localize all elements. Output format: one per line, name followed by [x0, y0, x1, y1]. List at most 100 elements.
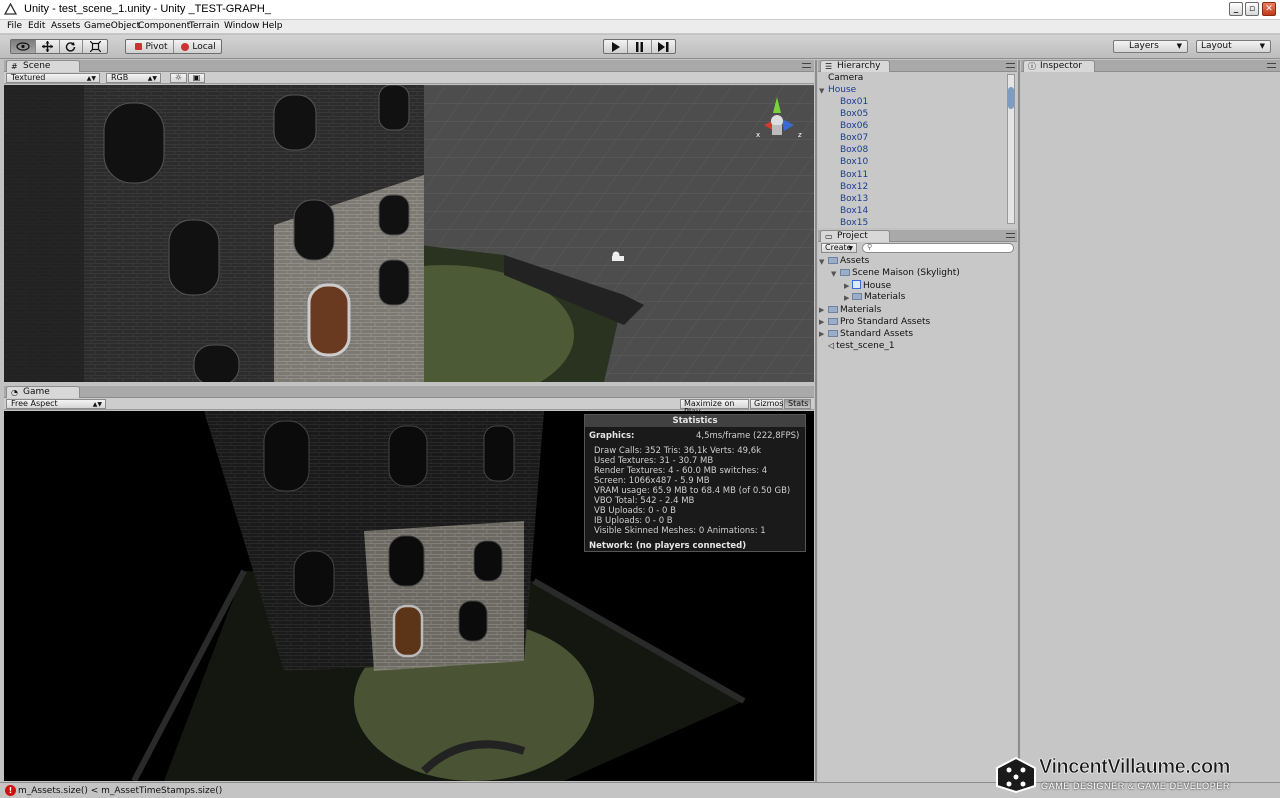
close-button[interactable]: ✕ — [1262, 2, 1276, 16]
prefab-icon — [852, 280, 861, 289]
console-error-message[interactable]: m_Assets.size() < m_AssetTimeStamps.size… — [18, 786, 222, 796]
expand-triangle-right-icon[interactable]: ▶ — [819, 318, 824, 326]
hierarchy-item[interactable]: Box06 — [840, 121, 868, 131]
move-tool-button[interactable] — [36, 40, 60, 53]
scene-viewport[interactable]: x z — [4, 85, 814, 382]
tab-scene[interactable]: # Scene — [6, 60, 80, 72]
chevron-updown-icon: ▲▼ — [92, 401, 102, 408]
scene-image-toggle[interactable]: ▣ — [188, 73, 205, 83]
stats-line: VB Uploads: 0 - 0 B — [594, 506, 676, 516]
chevron-down-icon: ▼ — [1259, 42, 1265, 50]
hierarchy-tabbar: ☰ Hierarchy — [818, 60, 1017, 72]
folder-icon — [828, 330, 838, 337]
tab-game[interactable]: ◔ Game — [6, 386, 80, 398]
grid-icon: # — [11, 62, 18, 71]
error-icon[interactable]: ! — [5, 785, 16, 796]
layout-dropdown[interactable]: Layout ▼ — [1196, 40, 1271, 53]
minimize-button[interactable]: _ — [1229, 2, 1243, 16]
hierarchy-item[interactable]: Box15 — [840, 218, 868, 228]
pivot-button[interactable]: Pivot — [126, 40, 175, 53]
tab-inspector[interactable]: ⓘ Inspector — [1023, 60, 1095, 72]
expand-triangle-icon[interactable]: ▼ — [831, 270, 836, 278]
project-standard-assets[interactable]: Standard Assets — [828, 329, 913, 339]
local-button[interactable]: Local — [174, 40, 221, 53]
expand-triangle-right-icon[interactable]: ▶ — [844, 294, 849, 302]
folder-icon — [828, 257, 838, 264]
hierarchy-item[interactable]: Box08 — [840, 145, 868, 155]
hand-tool-button[interactable] — [11, 40, 36, 53]
project-scene-file[interactable]: ◁ test_scene_1 — [828, 341, 895, 351]
inspector-tab-label: Inspector — [1040, 61, 1082, 71]
playback-controls — [603, 39, 676, 54]
project-search-input[interactable]: ⚲ — [862, 243, 1014, 253]
expand-triangle-icon[interactable]: ▼ — [819, 258, 824, 266]
scale-tool-button[interactable] — [83, 40, 107, 53]
color-mode-dropdown[interactable]: RGB ▲▼ — [106, 73, 161, 83]
pause-button[interactable] — [628, 40, 652, 53]
image-icon: ▣ — [192, 73, 201, 82]
project-house[interactable]: House — [852, 280, 891, 291]
folder-icon — [852, 293, 862, 300]
folder-icon — [828, 318, 838, 325]
hierarchy-camera[interactable]: Camera — [828, 73, 863, 83]
hierarchy-house[interactable]: House — [828, 85, 856, 95]
scene-lighting-toggle[interactable]: ☼ — [170, 73, 187, 83]
menu-help[interactable]: Help — [262, 21, 283, 31]
aspect-dropdown[interactable]: Free Aspect ▲▼ — [6, 399, 106, 409]
project-materials[interactable]: Materials — [828, 305, 881, 315]
menu-edit[interactable]: Edit — [28, 21, 45, 31]
hierarchy-scrollbar[interactable] — [1007, 74, 1015, 224]
panel-menu-icon[interactable] — [1267, 63, 1276, 68]
chevron-updown-icon: ▲▼ — [147, 75, 157, 82]
tab-project[interactable]: ▭ Project — [820, 230, 890, 242]
project-assets[interactable]: Assets — [828, 256, 869, 266]
project-pro-standard-label: Pro Standard Assets — [840, 317, 931, 327]
hierarchy-item[interactable]: Box14 — [840, 206, 868, 216]
project-pro-standard-assets[interactable]: Pro Standard Assets — [828, 317, 930, 327]
info-icon: ⓘ — [1028, 62, 1036, 71]
project-scene-maison[interactable]: Scene Maison (Skylight) — [840, 268, 960, 278]
step-button[interactable] — [652, 40, 675, 53]
panel-menu-icon[interactable] — [1006, 233, 1015, 238]
menu-terrain[interactable]: Terrain — [189, 21, 219, 31]
gizmo-z-label: z — [798, 131, 802, 139]
color-mode-value: RGB — [111, 73, 129, 82]
expand-triangle-right-icon[interactable]: ▶ — [819, 306, 824, 314]
scrollbar-thumb[interactable] — [1008, 87, 1014, 109]
hierarchy-item[interactable]: Box11 — [840, 170, 868, 180]
menu-assets[interactable]: Assets — [51, 21, 80, 31]
menu-component[interactable]: Component — [138, 21, 190, 31]
menu-gameobject[interactable]: GameObject — [84, 21, 140, 31]
render-mode-dropdown[interactable]: Textured ▲▼ — [6, 73, 100, 83]
panel-divider[interactable] — [1018, 60, 1020, 782]
create-dropdown[interactable]: Create ▼ — [821, 243, 857, 253]
sun-icon: ☼ — [174, 73, 183, 82]
panel-menu-icon[interactable] — [1006, 63, 1015, 68]
layers-dropdown[interactable]: Layers ▼ — [1113, 40, 1188, 53]
expand-triangle-right-icon[interactable]: ▶ — [819, 330, 824, 338]
hierarchy-item[interactable]: Box10 — [840, 157, 868, 167]
menu-window[interactable]: Window — [224, 21, 260, 31]
hierarchy-item[interactable]: Box05 — [840, 109, 868, 119]
panel-divider[interactable] — [815, 60, 817, 782]
menu-file[interactable]: File — [7, 21, 22, 31]
hierarchy-item[interactable]: Box12 — [840, 182, 868, 192]
maximize-on-play-toggle[interactable]: Maximize on Play — [680, 399, 749, 416]
stats-line: Render Textures: 4 - 60.0 MB switches: 4 — [594, 466, 768, 476]
move-arrows-icon — [41, 41, 53, 52]
hierarchy-item[interactable]: Box01 — [840, 97, 868, 107]
hierarchy-item[interactable]: Box07 — [840, 133, 868, 143]
rotate-tool-button[interactable] — [60, 40, 84, 53]
scene-tabbar: # Scene — [4, 60, 814, 72]
play-button[interactable] — [604, 40, 629, 53]
project-materials-sub[interactable]: Materials — [852, 292, 905, 302]
maximize-button[interactable]: ▫ — [1245, 2, 1259, 16]
gizmos-toggle[interactable]: Gizmos — [750, 399, 783, 409]
panel-menu-icon[interactable] — [802, 63, 811, 68]
expand-triangle-icon[interactable]: ▼ — [819, 87, 824, 95]
stats-toggle[interactable]: Stats — [784, 399, 811, 409]
tab-hierarchy[interactable]: ☰ Hierarchy — [820, 60, 890, 72]
pivot-icon — [135, 43, 143, 50]
hierarchy-item[interactable]: Box13 — [840, 194, 868, 204]
expand-triangle-right-icon[interactable]: ▶ — [844, 282, 849, 290]
